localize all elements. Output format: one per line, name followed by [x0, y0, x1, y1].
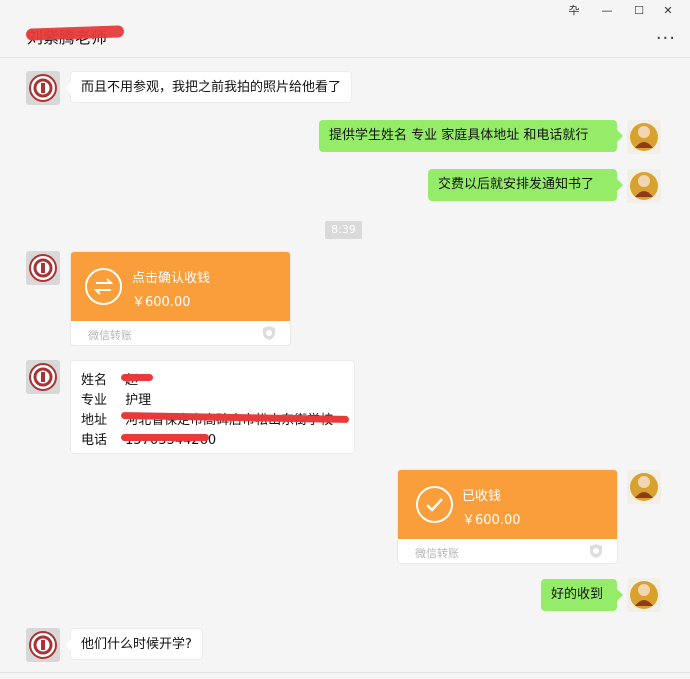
message-bubble-right[interactable]: 提供学生姓名 专业 家庭具体地址 和电话就行	[319, 120, 623, 152]
transfer-arrows-icon	[85, 268, 122, 305]
contact-avatar[interactable]	[26, 71, 60, 105]
checkmark-icon	[416, 486, 453, 523]
transfer-title: 已收钱	[462, 489, 502, 504]
contact-avatar[interactable]	[26, 251, 60, 285]
user-avatar[interactable]	[627, 470, 661, 504]
info-value: 护理	[125, 393, 152, 408]
shield-icon	[588, 543, 604, 559]
transfer-footer: 微信转账	[415, 547, 459, 560]
contact-avatar[interactable]	[26, 628, 60, 662]
message-bubble-right[interactable]: 交费以后就安排发通知书了	[428, 169, 623, 201]
user-avatar[interactable]	[627, 120, 661, 154]
transfer-footer: 微信转账	[88, 329, 132, 342]
shield-icon	[261, 325, 277, 341]
info-key: 姓名	[81, 373, 108, 388]
redaction-mark	[121, 434, 209, 441]
info-key: 电话	[81, 433, 108, 448]
input-divider	[0, 672, 690, 679]
info-row-major: 专业 护理	[81, 389, 151, 408]
redaction-mark	[121, 374, 153, 381]
contact-avatar[interactable]	[26, 360, 60, 394]
redaction-mark	[25, 25, 125, 41]
transfer-amount: ￥600.00	[132, 295, 191, 310]
chat-header: 刘紫腾老师 卆 — ☐ ✕ ···	[0, 0, 690, 58]
message-bubble-right[interactable]: 好的收到	[541, 579, 623, 611]
transfer-amount: ￥600.00	[462, 513, 521, 528]
transfer-card[interactable]: 已收钱 ￥600.00 微信转账	[397, 469, 618, 564]
message-bubble-left[interactable]: 他们什么时候开学?	[65, 628, 203, 660]
timestamp: 8:39	[325, 221, 362, 239]
user-avatar[interactable]	[627, 578, 661, 612]
info-key: 地址	[81, 413, 108, 428]
info-key: 专业	[81, 393, 108, 408]
more-options-icon[interactable]: ···	[656, 28, 676, 49]
close-button[interactable]: ✕	[659, 3, 677, 19]
transfer-title: 点击确认收钱	[132, 271, 211, 286]
minimize-button[interactable]: —	[598, 3, 616, 19]
student-info-message[interactable]: 姓名 赵 专业 护理 地址 河北省保定市高碑店市松山东街学校 电话 157033…	[70, 360, 355, 454]
maximize-button[interactable]: ☐	[630, 3, 648, 19]
message-bubble-left[interactable]: 而且不用参观，我把之前我拍的照片给他看了	[64, 71, 353, 103]
user-avatar[interactable]	[627, 169, 661, 203]
transfer-card[interactable]: 点击确认收钱 ￥600.00 微信转账	[70, 251, 291, 346]
pin-button[interactable]: 卆	[565, 3, 583, 19]
